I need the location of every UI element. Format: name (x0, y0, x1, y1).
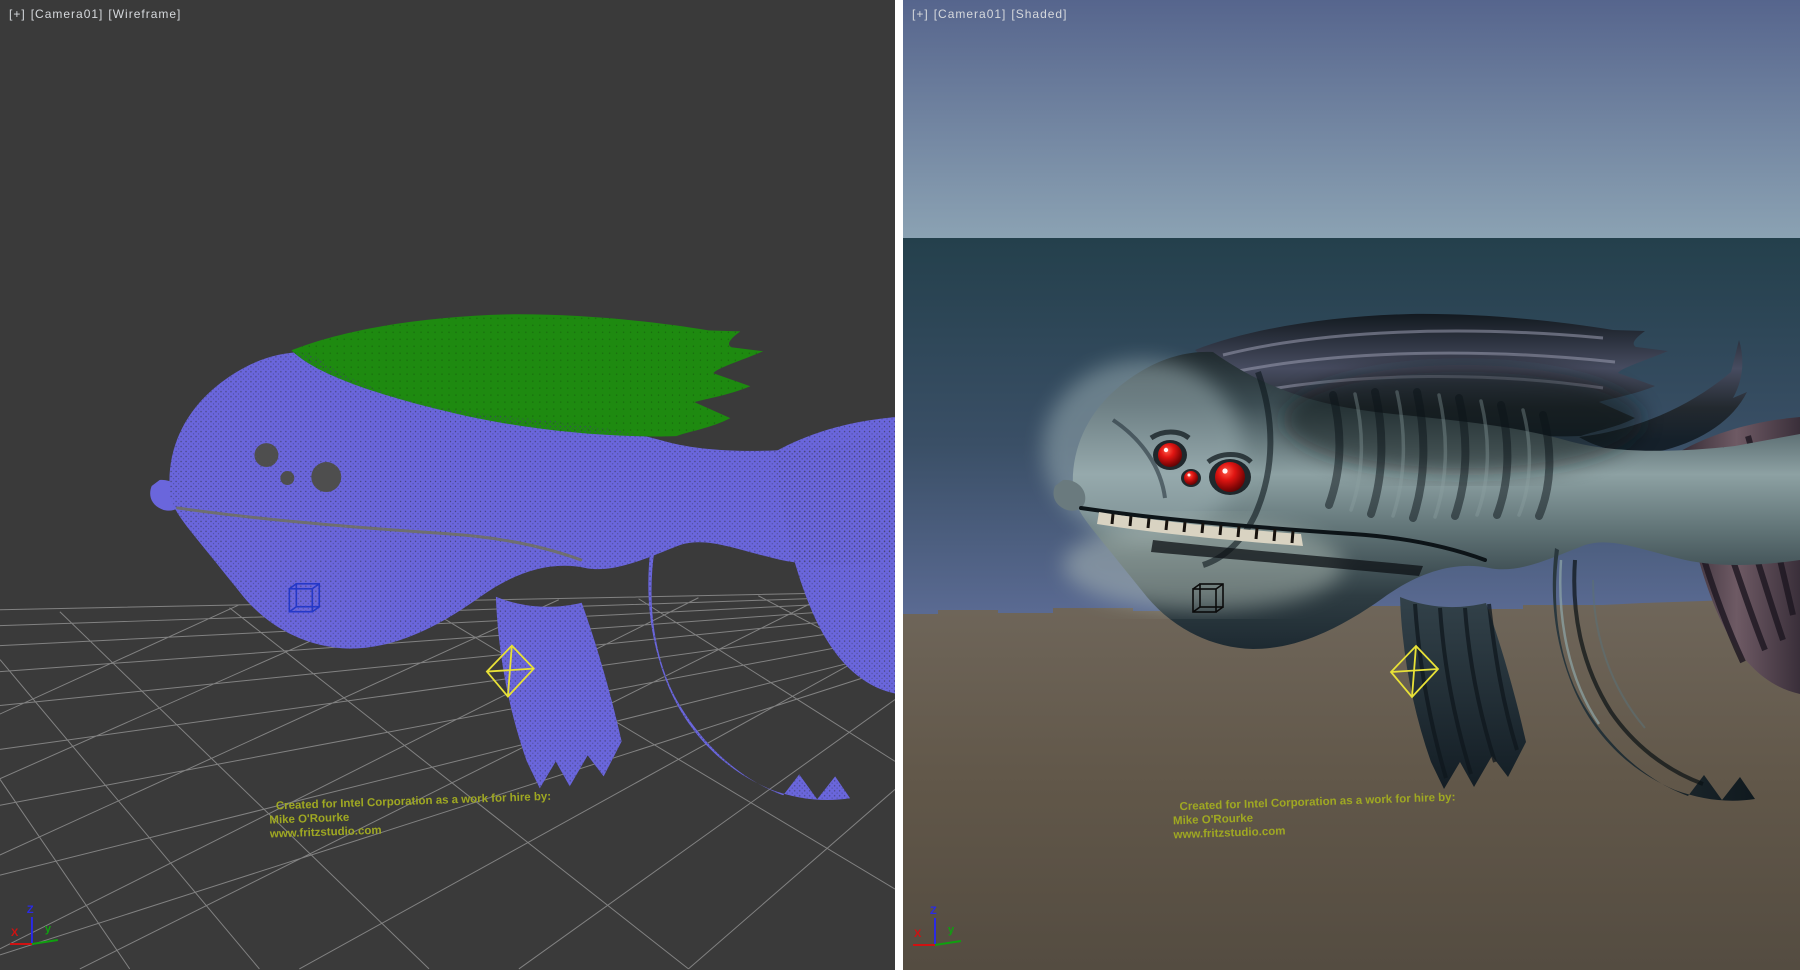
viewport-layout: Created for Intel Corporation as a work … (0, 0, 1800, 978)
axis-y-label: y (45, 923, 52, 935)
viewport-label-left: [+] [Camera01] [Wireframe] (9, 7, 186, 21)
axis-z-label: Z (930, 905, 937, 917)
axis-z-label: Z (27, 904, 34, 916)
pov-viewport-menu[interactable]: [Camera01] (934, 7, 1007, 21)
pov-viewport-menu[interactable]: [Camera01] (31, 7, 104, 21)
axis-x-label: X (914, 928, 922, 940)
ground-plane[interactable] (903, 597, 1800, 970)
shading-viewport-menu[interactable]: [Shaded] (1011, 7, 1067, 21)
axis-y-label: y (948, 924, 955, 936)
axis-x-label: X (11, 927, 19, 939)
viewport-label-right: [+] [Camera01] [Shaded] (912, 7, 1072, 21)
general-viewport-menu[interactable]: [+] (912, 7, 929, 21)
shaded-scene-canvas[interactable]: Created for Intel Corporation as a work … (903, 0, 1800, 970)
shading-viewport-menu[interactable]: [Wireframe] (108, 7, 181, 21)
wireframe-scene-canvas[interactable]: Created for Intel Corporation as a work … (0, 0, 895, 970)
viewport-wireframe[interactable]: Created for Intel Corporation as a work … (0, 0, 895, 970)
general-viewport-menu[interactable]: [+] (9, 7, 26, 21)
viewport-shaded[interactable]: Created for Intel Corporation as a work … (903, 0, 1800, 970)
sky (903, 0, 1800, 238)
